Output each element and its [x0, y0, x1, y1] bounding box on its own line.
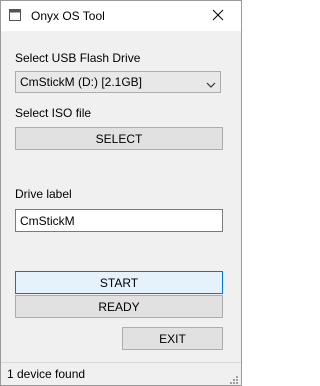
start-button[interactable]: START: [15, 271, 223, 294]
close-button[interactable]: [195, 1, 241, 31]
window-title: Onyx OS Tool: [31, 9, 105, 23]
chevron-down-icon: [206, 78, 216, 88]
start-button-label: START: [99, 275, 139, 290]
status-text: 1 device found: [7, 367, 86, 381]
select-iso-button-label: SELECT: [95, 131, 143, 146]
app-window: Onyx OS Tool Select USB Flash Drive CmSt…: [0, 0, 242, 386]
iso-file-label: Select ISO file: [15, 106, 92, 120]
title-bar[interactable]: Onyx OS Tool: [1, 1, 241, 31]
usb-drive-label: Select USB Flash Drive: [15, 51, 141, 65]
drive-label-label: Drive label: [15, 187, 72, 201]
status-bar: 1 device found: [1, 362, 241, 385]
ready-button-label: READY: [98, 299, 140, 314]
resize-grip-icon[interactable]: [229, 374, 239, 384]
drive-label-input-value: CmStickM: [20, 214, 75, 228]
usb-drive-selected-value: CmStickM (D:) [2.1GB]: [20, 75, 143, 89]
exit-button[interactable]: EXIT: [122, 327, 223, 350]
exit-button-label: EXIT: [159, 331, 186, 346]
select-iso-button[interactable]: SELECT: [15, 127, 223, 150]
drive-label-input[interactable]: CmStickM: [15, 209, 223, 232]
ready-button[interactable]: READY: [15, 295, 223, 318]
close-icon: [212, 9, 224, 24]
usb-drive-select[interactable]: CmStickM (D:) [2.1GB]: [15, 71, 221, 93]
app-window-icon: [9, 9, 21, 21]
